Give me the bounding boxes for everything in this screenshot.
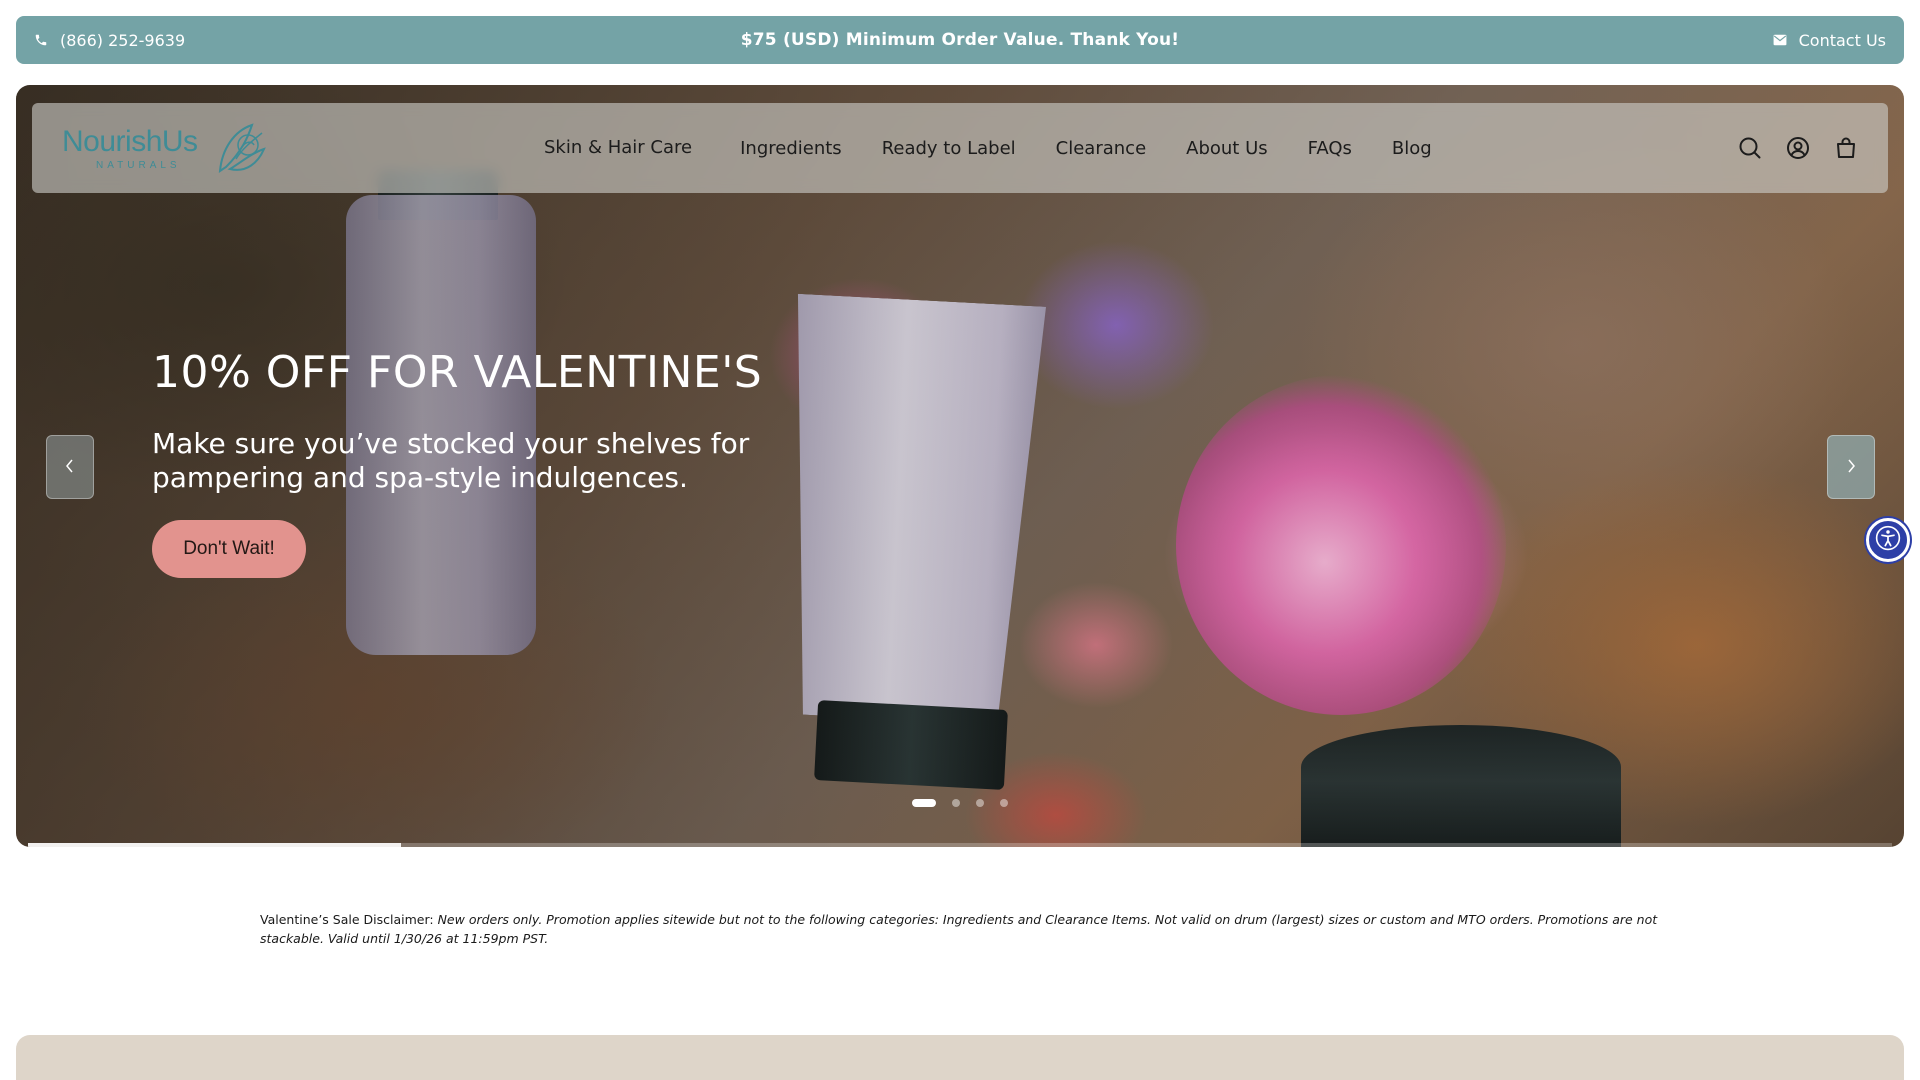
- cart-icon[interactable]: [1834, 136, 1858, 160]
- hero-title: 10% OFF FOR VALENTINE'S: [152, 347, 763, 398]
- sale-disclaimer: Valentine’s Sale Disclaimer: New orders …: [260, 910, 1660, 948]
- nav-item-skin-hair-care[interactable]: Skin & Hair Care: [544, 137, 692, 158]
- phone-link[interactable]: (866) 252-9639: [34, 31, 185, 50]
- nav-item-clearance[interactable]: Clearance: [1056, 138, 1146, 159]
- nav-item-ready-to-label[interactable]: Ready to Label: [882, 138, 1016, 159]
- contact-us-link[interactable]: Contact Us: [1773, 31, 1886, 50]
- brand-tagline: NATURALS: [96, 160, 181, 171]
- disclaimer-text: New orders only. Promotion applies sitew…: [260, 912, 1658, 946]
- slider-prev-button[interactable]: [46, 435, 94, 499]
- mail-icon: [1773, 34, 1787, 46]
- brand-name: NourishUs: [62, 125, 198, 158]
- nav-item-about-us[interactable]: About Us: [1186, 138, 1268, 159]
- chevron-right-icon: [1846, 458, 1856, 477]
- site-header: NourishUs NATURALS Skin & Hair Care Ingr…: [32, 103, 1888, 193]
- disclaimer-label: Valentine’s Sale Disclaimer:: [260, 912, 434, 927]
- announcement-bar: (866) 252-9639 $75 (USD) Minimum Order V…: [16, 16, 1904, 64]
- slider-dot[interactable]: [912, 799, 936, 807]
- nav-item-faqs[interactable]: FAQs: [1308, 138, 1352, 159]
- brand-logo[interactable]: NourishUs NATURALS: [62, 117, 272, 177]
- account-icon[interactable]: [1786, 136, 1810, 160]
- main-menu: Skin & Hair Care Ingredients Ready to La…: [522, 103, 1432, 193]
- slider-progress-fill: [28, 843, 401, 847]
- search-icon[interactable]: [1738, 136, 1762, 160]
- chevron-left-icon: [65, 458, 75, 477]
- hero-subtitle: Make sure you’ve stocked your shelves fo…: [152, 427, 750, 494]
- slider-dot[interactable]: [1000, 799, 1008, 807]
- slider-dot[interactable]: [976, 799, 984, 807]
- hero-slider: NourishUs NATURALS Skin & Hair Care Ingr…: [16, 85, 1904, 847]
- dont-wait-button[interactable]: Don't Wait!: [152, 520, 306, 578]
- announcement-message: $75 (USD) Minimum Order Value. Thank You…: [740, 30, 1180, 50]
- nav-item-ingredients[interactable]: Ingredients: [740, 138, 842, 159]
- slider-dots: [912, 799, 1008, 807]
- slider-next-button[interactable]: [1827, 435, 1875, 499]
- leaf-emblem-icon: [218, 123, 266, 173]
- accessibility-icon: [1875, 525, 1901, 555]
- slider-dot[interactable]: [952, 799, 960, 807]
- next-section-band: [16, 1035, 1904, 1080]
- phone-number: (866) 252-9639: [60, 30, 186, 50]
- slider-progress: [28, 843, 1892, 847]
- nav-item-blog[interactable]: Blog: [1392, 138, 1432, 159]
- contact-us-label: Contact Us: [1798, 30, 1886, 50]
- phone-icon: [34, 33, 48, 47]
- accessibility-button[interactable]: [1866, 518, 1910, 562]
- header-icons: [1738, 103, 1858, 193]
